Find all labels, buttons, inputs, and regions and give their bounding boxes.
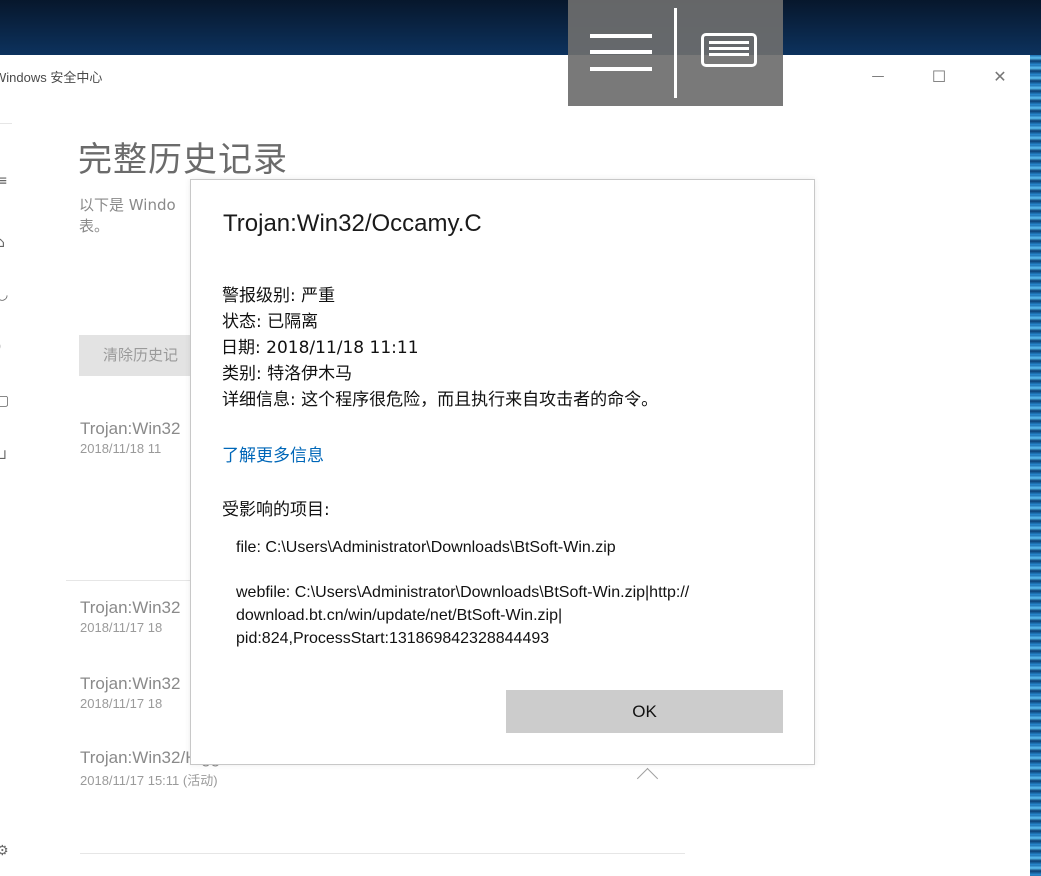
page-title: 完整历史记录: [78, 141, 288, 179]
history-item[interactable]: Trojan:Win32 2018/11/17 18: [80, 598, 180, 635]
minimize-icon: —: [871, 68, 885, 84]
status: 状态: 已隔离: [222, 312, 319, 332]
maximize-button[interactable]: ☐: [916, 61, 962, 91]
threat-date: 2018/11/17 18: [80, 620, 163, 635]
title-bar: Windows 安全中心 — ☐ ✕: [0, 55, 1030, 97]
wireless-icon[interactable]: ): [0, 339, 12, 355]
category: 类别: 特洛伊木马: [222, 364, 353, 384]
close-icon: ✕: [993, 66, 1007, 86]
background-window-edge: [1030, 55, 1041, 876]
alert-level: 警报级别: 严重: [222, 286, 336, 306]
home-icon[interactable]: ⌂: [0, 235, 12, 251]
description-line: 表。: [79, 217, 110, 235]
webfile-line: download.bt.cn/win/update/net/BtSoft-Win…: [236, 607, 563, 624]
description-line: 以下是 Windo: [79, 196, 176, 214]
affected-file: file: C:\Users\Administrator\Downloads\B…: [236, 539, 616, 556]
clear-history-button[interactable]: 清除历史记: [79, 335, 199, 376]
threat-date: 2018/11/17 18: [80, 696, 163, 711]
nav-divider: [0, 123, 12, 124]
app-title: Windows 安全中心: [0, 70, 103, 85]
ok-button[interactable]: OK: [506, 690, 783, 733]
shield-icon[interactable]: ◡: [0, 287, 12, 303]
threat-date: 2018/11/18 11: [80, 441, 162, 456]
threat-name: Trojan:Win32: [80, 598, 181, 617]
menu-icon[interactable]: ≡: [0, 173, 12, 189]
history-item[interactable]: Trojan:Win32 2018/11/18 11: [80, 419, 180, 456]
close-button[interactable]: ✕: [977, 61, 1023, 91]
affected-webfile: webfile: C:\Users\Administrator\Download…: [236, 581, 781, 650]
maximize-icon: ☐: [931, 66, 947, 86]
dialog-title: Trojan:Win32/Occamy.C: [223, 210, 482, 237]
threat-details-dialog: Trojan:Win32/Occamy.C 警报级别: 严重 状态: 已隔离 日…: [190, 179, 815, 765]
webfile-line: pid:824,ProcessStart:131869842328844493: [236, 630, 550, 647]
minimize-button[interactable]: —: [855, 61, 901, 91]
keyboard-icon[interactable]: [701, 33, 757, 67]
toolbar-separator: [674, 8, 677, 98]
date: 日期: 2018/11/18 11:11: [221, 338, 419, 358]
page-description: 以下是 Windo 表。: [79, 195, 191, 237]
touch-toolbar: [568, 0, 783, 106]
threat-name: Trojan:Win32: [80, 674, 181, 693]
affected-items-heading: 受影响的项目:: [222, 500, 330, 520]
collapse-chevron-icon[interactable]: [636, 767, 659, 790]
details: 详细信息: 这个程序很危险，而且执行来自攻击者的命令。: [222, 390, 659, 410]
settings-icon[interactable]: ⚙: [0, 843, 12, 859]
webfile-line: webfile: C:\Users\Administrator\Download…: [236, 584, 690, 601]
history-divider: [80, 853, 685, 854]
device-icon[interactable]: ⊔: [0, 447, 12, 463]
hamburger-menu-icon[interactable]: [590, 34, 652, 72]
threat-date: 2018/11/17 15:11 (活动): [80, 773, 218, 788]
history-item[interactable]: Trojan:Win32 2018/11/17 18: [80, 674, 180, 711]
threat-name: Trojan:Win32: [80, 419, 181, 438]
learn-more-link[interactable]: 了解更多信息: [222, 441, 324, 466]
app-browser-icon[interactable]: ▢: [0, 393, 12, 409]
